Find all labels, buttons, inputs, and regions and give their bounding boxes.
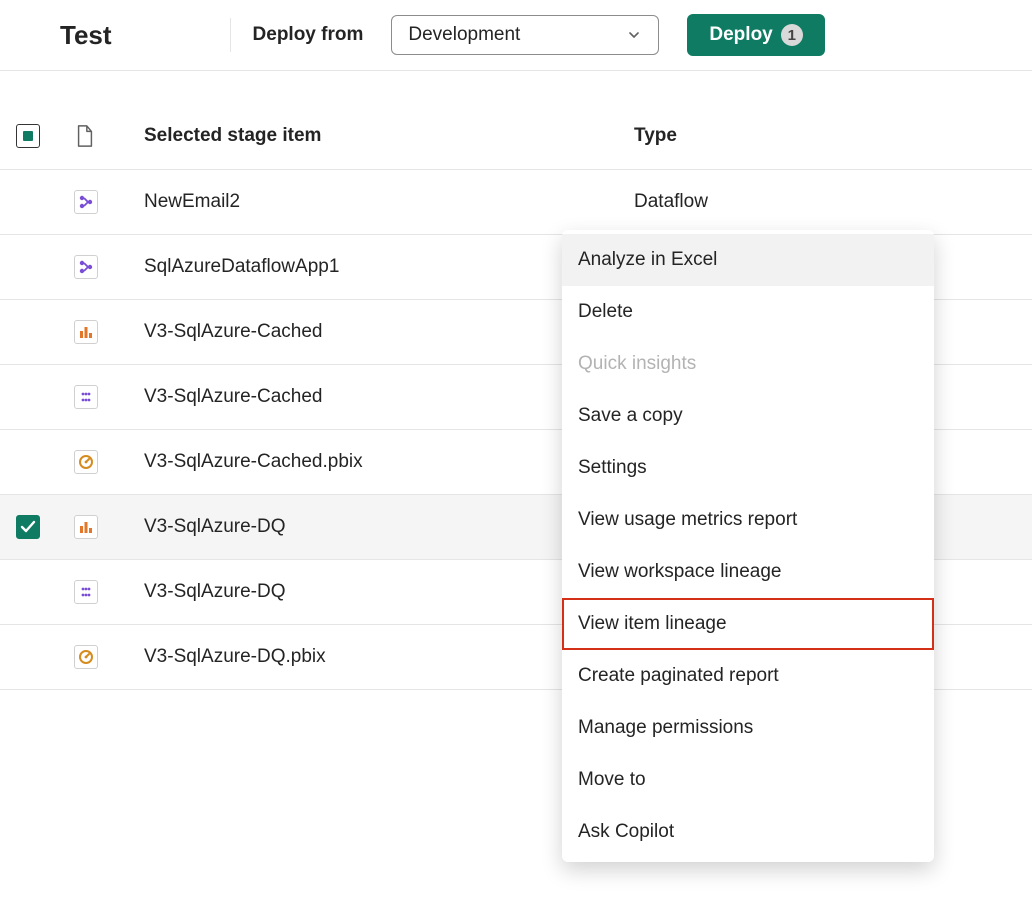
item-name: SqlAzureDataflowApp1 — [144, 256, 634, 278]
item-name: V3-SqlAzure-DQ — [144, 581, 634, 603]
deploy-button-label: Deploy — [709, 24, 772, 46]
select-all-checkbox[interactable] — [16, 124, 40, 148]
menu-item-create-paginated-report[interactable]: Create paginated report — [562, 650, 934, 702]
menu-item-ask-copilot[interactable]: Ask Copilot — [562, 806, 934, 858]
grid-header-row: Selected stage item Type — [0, 103, 1032, 170]
dashboard-icon — [74, 450, 98, 474]
report-icon — [74, 320, 98, 344]
item-context-menu: Analyze in ExcelDeleteQuick insightsSave… — [562, 230, 934, 862]
dataflow-icon — [74, 255, 98, 279]
column-header-type[interactable]: Type — [634, 125, 1032, 147]
dataflow-icon — [74, 190, 98, 214]
page-title: Test — [60, 20, 112, 51]
menu-item-view-workspace-lineage[interactable]: View workspace lineage — [562, 546, 934, 598]
item-name: V3-SqlAzure-DQ — [144, 516, 634, 538]
deploy-from-label: Deploy from — [230, 18, 364, 52]
report-icon — [74, 515, 98, 539]
dataset-icon — [74, 385, 98, 409]
deploy-source-value: Development — [408, 24, 520, 46]
file-icon — [74, 123, 96, 149]
menu-item-manage-permissions[interactable]: Manage permissions — [562, 702, 934, 754]
menu-item-quick-insights: Quick insights — [562, 338, 934, 390]
item-name: V3-SqlAzure-Cached — [144, 321, 634, 343]
row-checkbox[interactable] — [16, 515, 40, 539]
menu-item-settings[interactable]: Settings — [562, 442, 934, 494]
column-header-name[interactable]: Selected stage item — [144, 125, 634, 147]
deploy-source-dropdown[interactable]: Development — [391, 15, 659, 55]
deploy-topbar: Test Deploy from Development Deploy 1 — [0, 0, 1032, 71]
deploy-button[interactable]: Deploy 1 — [687, 14, 824, 56]
item-name: V3-SqlAzure-Cached.pbix — [144, 451, 634, 473]
chevron-down-icon — [626, 27, 642, 43]
item-type: Dataflow — [634, 191, 1032, 213]
menu-item-analyze-in-excel[interactable]: Analyze in Excel — [562, 234, 934, 286]
dataset-icon — [74, 580, 98, 604]
dashboard-icon — [74, 645, 98, 669]
menu-item-delete[interactable]: Delete — [562, 286, 934, 338]
menu-item-view-usage-metrics-report[interactable]: View usage metrics report — [562, 494, 934, 546]
menu-item-save-a-copy[interactable]: Save a copy — [562, 390, 934, 442]
item-name: NewEmail2 — [144, 191, 634, 213]
item-name: V3-SqlAzure-DQ.pbix — [144, 646, 634, 668]
deploy-count-badge: 1 — [781, 24, 803, 46]
item-name: V3-SqlAzure-Cached — [144, 386, 634, 408]
table-row[interactable]: NewEmail2Dataflow — [0, 170, 1032, 235]
menu-item-view-item-lineage[interactable]: View item lineage — [562, 598, 934, 650]
menu-item-move-to[interactable]: Move to — [562, 754, 934, 806]
